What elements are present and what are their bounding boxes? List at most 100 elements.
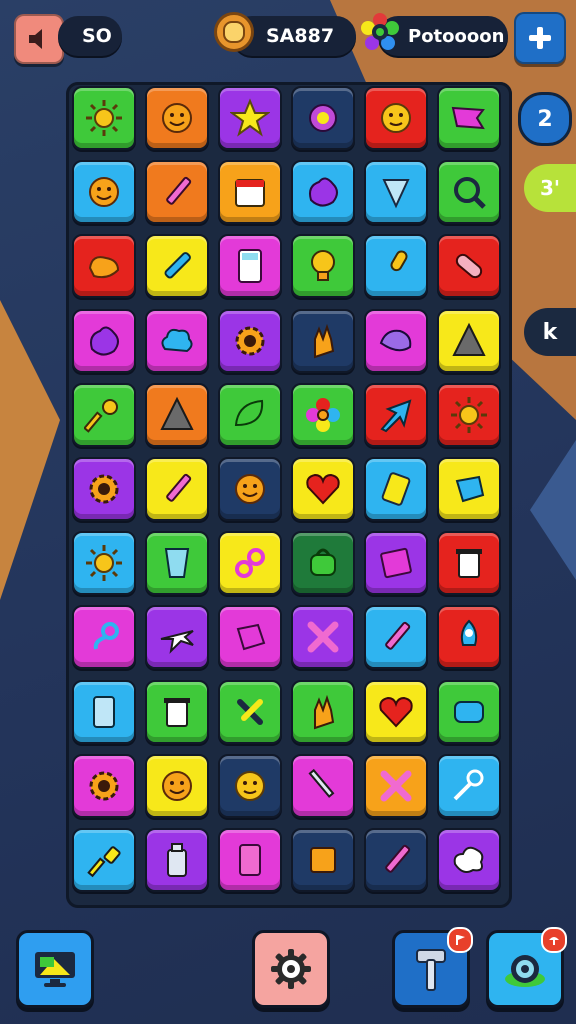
tile-r8-c6[interactable] [437, 605, 501, 670]
tile-r3-c5[interactable] [364, 234, 428, 299]
tile-r6-c5[interactable] [364, 457, 428, 521]
chain-icon [93, 622, 119, 650]
bird-icon [88, 256, 120, 279]
tile-r10-c6[interactable] [437, 753, 501, 818]
shuffle-boost-button[interactable] [486, 927, 567, 1008]
bonus-badge[interactable]: 3' [524, 164, 576, 212]
tile-r2-c5[interactable] [364, 160, 428, 225]
bulb-icon [311, 250, 335, 282]
target-icon [505, 955, 545, 987]
hand-icon [314, 694, 335, 729]
monitor-icon [35, 952, 75, 987]
tile-r11-c1[interactable] [72, 828, 136, 892]
tile-r4-c5[interactable] [364, 308, 428, 373]
magnifier-icon [454, 177, 486, 209]
tile-r4-c4[interactable] [291, 308, 355, 373]
top-bar: SO SA887 Potoooon [0, 0, 576, 70]
sound-button[interactable] [14, 14, 64, 64]
sun-icon [86, 100, 122, 136]
tile-r4-c6[interactable] [437, 308, 501, 373]
tile-r10-c3[interactable] [218, 753, 282, 818]
tile-r9-c5[interactable] [364, 679, 428, 744]
wand-icon [453, 769, 484, 801]
hammer-boost-button[interactable] [392, 927, 473, 1008]
k-badge[interactable]: k [524, 308, 576, 356]
tile-r3-c2[interactable] [145, 234, 209, 299]
sword-icon [308, 768, 335, 798]
tile-r7-c1[interactable] [72, 531, 136, 596]
box-icon [310, 847, 336, 873]
tile-r11-c2[interactable] [145, 828, 209, 892]
level-badge[interactable]: 2 [518, 92, 572, 146]
tile-r10-c5[interactable] [364, 753, 428, 818]
tile-r8-c2[interactable] [145, 605, 209, 670]
tile-r6-c1[interactable] [72, 457, 136, 521]
tv-button[interactable] [16, 930, 94, 1008]
tile-r4-c2[interactable] [145, 308, 209, 373]
pencil-icon [166, 177, 192, 205]
book-icon [380, 548, 412, 579]
k-badge-value: k [542, 319, 558, 345]
powerup-value: Potoooon [408, 25, 505, 47]
shuffle-badge [541, 927, 567, 953]
tile-r7-c3[interactable] [218, 531, 282, 596]
tile-r3-c4[interactable] [291, 234, 355, 299]
tile-r4-c3[interactable] [218, 308, 282, 373]
tile-r5-c2[interactable] [145, 382, 209, 447]
tile-r8-c4[interactable] [291, 605, 355, 670]
tile-r7-c4[interactable] [291, 531, 355, 596]
leaf-icon [234, 399, 264, 426]
tile-r9-c3[interactable] [218, 679, 282, 744]
triangle-icon [160, 396, 194, 430]
tile-r2-c3[interactable] [218, 160, 282, 225]
tile-r6-c6[interactable] [437, 457, 501, 521]
tile-r1-c5[interactable] [364, 86, 428, 150]
tile-r10-c4[interactable] [291, 753, 355, 818]
blob-icon [90, 326, 119, 356]
tile-r5-c5[interactable] [364, 382, 428, 447]
tile-r7-c5[interactable] [364, 531, 428, 596]
tile-r1-c2[interactable] [145, 86, 209, 150]
tile-r6-c3[interactable] [218, 457, 282, 521]
tile-r8-c5[interactable] [364, 605, 428, 670]
tile-r6-c2[interactable] [145, 457, 209, 521]
rock-icon [379, 329, 412, 351]
tile-r10-c2[interactable] [145, 753, 209, 818]
tile-r10-c1[interactable] [72, 753, 136, 818]
sun-face-icon [162, 770, 192, 801]
add-button[interactable] [514, 12, 566, 64]
tile-r1-c4[interactable] [291, 86, 355, 150]
tile-r9-c1[interactable] [72, 679, 136, 744]
tile-r1-c3[interactable] [218, 86, 282, 150]
flower-gem-icon [360, 12, 400, 52]
cloud-icon [161, 328, 193, 352]
settings-button[interactable] [252, 930, 330, 1008]
tile-r5-c4[interactable] [291, 382, 355, 447]
tile-r9-c6[interactable] [437, 679, 501, 744]
tile-r3-c6[interactable] [437, 234, 501, 299]
tile-r1-c6[interactable] [437, 86, 501, 150]
tile-r11-c5[interactable] [364, 828, 428, 892]
tile-r3-c1[interactable] [72, 234, 136, 299]
tile-r8-c1[interactable] [72, 605, 136, 670]
tile-r11-c4[interactable] [291, 828, 355, 892]
tile-r9-c4[interactable] [291, 679, 355, 744]
tile-r5-c3[interactable] [218, 382, 282, 447]
tile-r2-c2[interactable] [145, 160, 209, 225]
tile-r8-c3[interactable] [218, 605, 282, 670]
tile-r1-c1[interactable] [72, 86, 136, 150]
door-icon [93, 695, 115, 728]
tile-r2-c6[interactable] [437, 160, 501, 225]
tile-r11-c6[interactable] [437, 828, 501, 892]
tile-r2-c4[interactable] [291, 160, 355, 225]
tile-r7-c6[interactable] [437, 531, 501, 596]
tile-r9-c2[interactable] [145, 679, 209, 744]
tile-r5-c1[interactable] [72, 382, 136, 447]
tile-r6-c4[interactable] [291, 457, 355, 521]
tile-r4-c1[interactable] [72, 308, 136, 373]
tile-r3-c3[interactable] [218, 234, 282, 299]
tile-r7-c2[interactable] [145, 531, 209, 596]
tile-r5-c6[interactable] [437, 382, 501, 447]
tile-r11-c3[interactable] [218, 828, 282, 892]
tile-r2-c1[interactable] [72, 160, 136, 225]
